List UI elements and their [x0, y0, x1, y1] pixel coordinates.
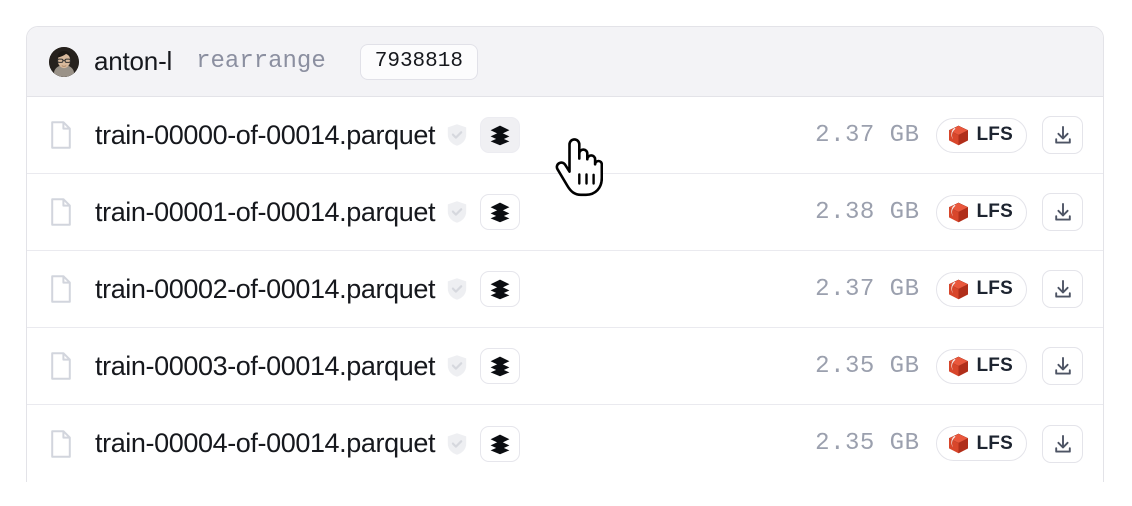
lfs-label: LFS	[976, 201, 1013, 222]
download-icon	[1054, 280, 1071, 298]
status-badge[interactable]: LFS	[935, 117, 1027, 153]
download-icon	[1054, 203, 1071, 221]
lfs-box-icon	[948, 125, 968, 145]
table-row[interactable]: train-00003-of-00014.parquet 2.35 GB LFS	[27, 328, 1103, 405]
shield-check-icon	[447, 355, 467, 377]
download-icon	[1054, 126, 1071, 144]
lfs-label: LFS	[976, 278, 1013, 299]
lfs-box-icon	[948, 202, 968, 222]
status-badge[interactable]: LFS	[935, 271, 1027, 307]
table-row[interactable]: train-00001-of-00014.parquet 2.38 GB LFS	[27, 174, 1103, 251]
dataset-viewer-button[interactable]	[480, 348, 521, 384]
author-name[interactable]: anton-l	[94, 46, 172, 77]
file-name-link[interactable]: train-00004-of-00014.parquet	[95, 428, 435, 459]
file-name-link[interactable]: train-00001-of-00014.parquet	[95, 197, 435, 228]
file-size: 2.37 GB	[815, 121, 920, 149]
shield-check-icon	[447, 432, 467, 455]
download-icon	[1054, 357, 1071, 375]
status-badge[interactable]: LFS	[935, 194, 1027, 230]
dataset-viewer-button[interactable]	[480, 194, 521, 230]
file-list: train-00000-of-00014.parquet 2.37 GB LFS tr…	[27, 97, 1103, 482]
status-badge[interactable]: LFS	[935, 348, 1027, 384]
table-row[interactable]: train-00004-of-00014.parquet 2.35 GB LFS	[27, 405, 1103, 482]
file-browser-page: anton-l rearrange 7938818 train-00000-of…	[0, 0, 1132, 506]
lfs-label: LFS	[976, 432, 1013, 454]
file-size: 2.35 GB	[815, 430, 920, 457]
download-button[interactable]	[1042, 193, 1083, 231]
commit-hash-badge[interactable]: 7938818	[359, 43, 478, 80]
table-row[interactable]: train-00000-of-00014.parquet 2.37 GB LFS	[27, 97, 1103, 174]
shield-check-icon	[447, 201, 467, 223]
download-button[interactable]	[1042, 116, 1083, 154]
lfs-label: LFS	[976, 124, 1013, 145]
layers-stack-icon	[490, 279, 510, 300]
download-button[interactable]	[1042, 424, 1083, 463]
lfs-label: LFS	[976, 355, 1013, 376]
file-size: 2.37 GB	[815, 275, 920, 303]
lfs-box-icon	[948, 356, 968, 376]
shield-check-icon	[447, 124, 467, 146]
layers-stack-icon	[490, 125, 510, 146]
user-avatar-photo-icon	[49, 46, 79, 77]
download-button[interactable]	[1042, 347, 1083, 385]
repository-file-list-card: anton-l rearrange 7938818 train-00000-of…	[26, 26, 1104, 482]
commit-header: anton-l rearrange 7938818	[27, 27, 1103, 97]
download-icon	[1054, 434, 1071, 453]
dataset-viewer-button[interactable]	[480, 271, 521, 307]
avatar[interactable]	[49, 46, 79, 77]
file-size: 2.35 GB	[815, 352, 920, 380]
layers-stack-icon	[490, 202, 510, 223]
file-icon	[51, 275, 71, 303]
lfs-box-icon	[948, 279, 968, 299]
branch-name[interactable]: rearrange	[196, 48, 326, 75]
download-button[interactable]	[1042, 270, 1083, 308]
table-row[interactable]: train-00002-of-00014.parquet 2.37 GB LFS	[27, 251, 1103, 328]
file-name-link[interactable]: train-00002-of-00014.parquet	[95, 274, 435, 305]
file-icon	[51, 198, 71, 226]
shield-check-icon	[447, 278, 467, 300]
lfs-box-icon	[948, 433, 968, 454]
layers-stack-icon	[490, 434, 510, 454]
file-icon	[51, 429, 71, 458]
file-icon	[51, 352, 71, 380]
file-name-link[interactable]: train-00003-of-00014.parquet	[95, 351, 435, 382]
file-name-link[interactable]: train-00000-of-00014.parquet	[95, 120, 435, 151]
status-badge[interactable]: LFS	[935, 426, 1027, 461]
dataset-viewer-button[interactable]	[480, 117, 521, 153]
layers-stack-icon	[490, 356, 510, 377]
file-icon	[51, 121, 71, 149]
dataset-viewer-button[interactable]	[480, 425, 521, 462]
file-size: 2.38 GB	[815, 198, 920, 226]
